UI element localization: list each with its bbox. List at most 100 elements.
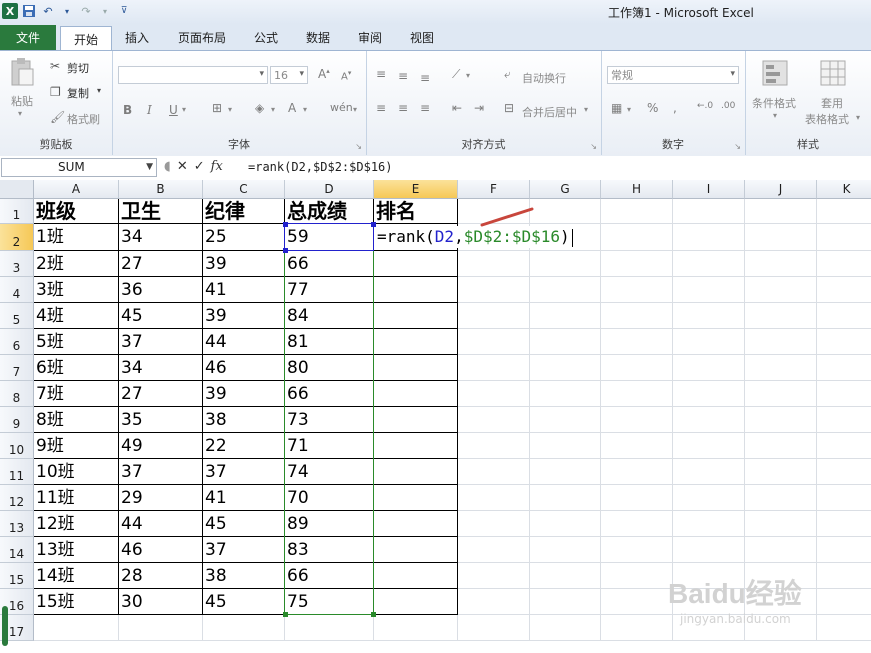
cell[interactable] xyxy=(458,303,530,329)
cell[interactable] xyxy=(530,589,601,615)
cell[interactable] xyxy=(34,615,119,641)
cell[interactable] xyxy=(745,251,817,277)
cut-button[interactable]: 剪切 xyxy=(67,60,89,76)
cell[interactable] xyxy=(745,277,817,303)
table-cell[interactable]: 49 xyxy=(119,433,203,459)
cell[interactable] xyxy=(458,563,530,589)
tab-page-layout[interactable]: 页面布局 xyxy=(170,27,234,48)
format-painter-button[interactable]: 格式刷 xyxy=(67,111,100,127)
conditional-format-button[interactable]: 条件格式 xyxy=(752,95,796,111)
table-cell[interactable]: 46 xyxy=(203,355,285,381)
cell[interactable] xyxy=(601,224,673,251)
table-cell[interactable]: 6班 xyxy=(34,355,119,381)
cell[interactable] xyxy=(601,433,673,459)
table-cell[interactable]: 30 xyxy=(119,589,203,615)
row-header-4[interactable]: 4 xyxy=(0,277,34,303)
cell[interactable] xyxy=(530,511,601,537)
table-cell[interactable]: 25 xyxy=(203,224,285,251)
cell[interactable] xyxy=(673,251,745,277)
cell[interactable] xyxy=(673,355,745,381)
table-cell[interactable]: 27 xyxy=(119,251,203,277)
table-cell[interactable]: 73 xyxy=(285,407,374,433)
cell[interactable] xyxy=(285,615,374,641)
shrink-font-icon[interactable]: A▾ xyxy=(341,69,351,82)
table-cell[interactable]: 36 xyxy=(119,277,203,303)
cancel-icon[interactable]: ✕ xyxy=(177,159,188,174)
table-cell[interactable]: 83 xyxy=(285,537,374,563)
row-header-9[interactable]: 9 xyxy=(0,407,34,433)
table-cell[interactable]: 28 xyxy=(119,563,203,589)
table-cell[interactable]: 39 xyxy=(203,251,285,277)
comma-style-icon[interactable]: , xyxy=(673,101,677,115)
underline-button[interactable]: U xyxy=(169,103,178,117)
tab-formulas[interactable]: 公式 xyxy=(246,27,286,48)
table-cell[interactable]: 89 xyxy=(285,511,374,537)
cell[interactable] xyxy=(745,459,817,485)
row-header-6[interactable]: 6 xyxy=(0,329,34,355)
row-header-8[interactable]: 8 xyxy=(0,381,34,407)
copy-button[interactable]: 复制 xyxy=(67,85,89,101)
cell[interactable] xyxy=(745,485,817,511)
cell[interactable] xyxy=(601,303,673,329)
cell[interactable] xyxy=(817,615,871,641)
select-all-corner[interactable] xyxy=(0,180,34,199)
cell[interactable] xyxy=(673,303,745,329)
cell[interactable] xyxy=(673,511,745,537)
borders-icon[interactable]: ⊞ xyxy=(212,101,222,115)
table-cell[interactable]: 12班 xyxy=(34,511,119,537)
table-cell[interactable]: 3班 xyxy=(34,277,119,303)
table-cell[interactable]: 84 xyxy=(285,303,374,329)
font-size-combo[interactable]: 16 ▾ xyxy=(270,66,308,84)
align-middle-icon[interactable]: ≡ xyxy=(398,69,408,83)
cell[interactable] xyxy=(601,329,673,355)
cell[interactable] xyxy=(817,277,871,303)
cell[interactable] xyxy=(673,459,745,485)
column-header-k[interactable]: K xyxy=(817,180,871,199)
rank-cell[interactable] xyxy=(374,355,458,381)
cell[interactable] xyxy=(530,355,601,381)
excel-logo-icon[interactable]: X xyxy=(2,3,18,19)
currency-icon[interactable]: ▦ xyxy=(611,101,622,115)
cell[interactable] xyxy=(458,355,530,381)
table-cell[interactable]: 37 xyxy=(119,329,203,355)
table-cell[interactable]: 59 xyxy=(285,224,374,251)
table-cell[interactable]: 41 xyxy=(203,485,285,511)
table-cell[interactable]: 66 xyxy=(285,381,374,407)
cell[interactable] xyxy=(458,433,530,459)
range-handle[interactable] xyxy=(283,612,288,617)
cell[interactable] xyxy=(745,511,817,537)
cell[interactable] xyxy=(530,615,601,641)
table-cell[interactable]: 38 xyxy=(203,407,285,433)
table-cell[interactable]: 4班 xyxy=(34,303,119,329)
cell[interactable] xyxy=(817,303,871,329)
table-cell[interactable]: 29 xyxy=(119,485,203,511)
row-header-5[interactable]: 5 xyxy=(0,303,34,329)
cell[interactable] xyxy=(458,407,530,433)
table-cell[interactable]: 5班 xyxy=(34,329,119,355)
cell[interactable] xyxy=(530,381,601,407)
range-handle[interactable] xyxy=(283,222,288,227)
table-cell[interactable]: 70 xyxy=(285,485,374,511)
rank-cell[interactable] xyxy=(374,329,458,355)
cell[interactable] xyxy=(530,251,601,277)
cell[interactable] xyxy=(458,537,530,563)
cell[interactable] xyxy=(601,459,673,485)
table-cell[interactable]: 74 xyxy=(285,459,374,485)
tab-review[interactable]: 审阅 xyxy=(350,27,390,48)
cell[interactable] xyxy=(817,485,871,511)
tab-data[interactable]: 数据 xyxy=(298,27,338,48)
align-bottom-icon[interactable]: ≡ xyxy=(420,71,430,85)
table-cell[interactable]: 14班 xyxy=(34,563,119,589)
rank-cell[interactable] xyxy=(374,433,458,459)
redo-icon[interactable]: ↷ xyxy=(78,3,94,19)
align-center-icon[interactable]: ≡ xyxy=(398,101,408,115)
table-cell[interactable]: 80 xyxy=(285,355,374,381)
table-cell[interactable]: 35 xyxy=(119,407,203,433)
table-format-button-line1[interactable]: 套用 xyxy=(821,95,843,111)
table-cell[interactable]: 11班 xyxy=(34,485,119,511)
cell[interactable] xyxy=(673,199,745,224)
column-header-i[interactable]: I xyxy=(673,180,745,199)
orientation-icon[interactable]: ⟋ xyxy=(452,67,460,82)
tab-home[interactable]: 开始 xyxy=(60,26,112,51)
table-format-button-line2[interactable]: 表格格式 xyxy=(805,111,849,127)
